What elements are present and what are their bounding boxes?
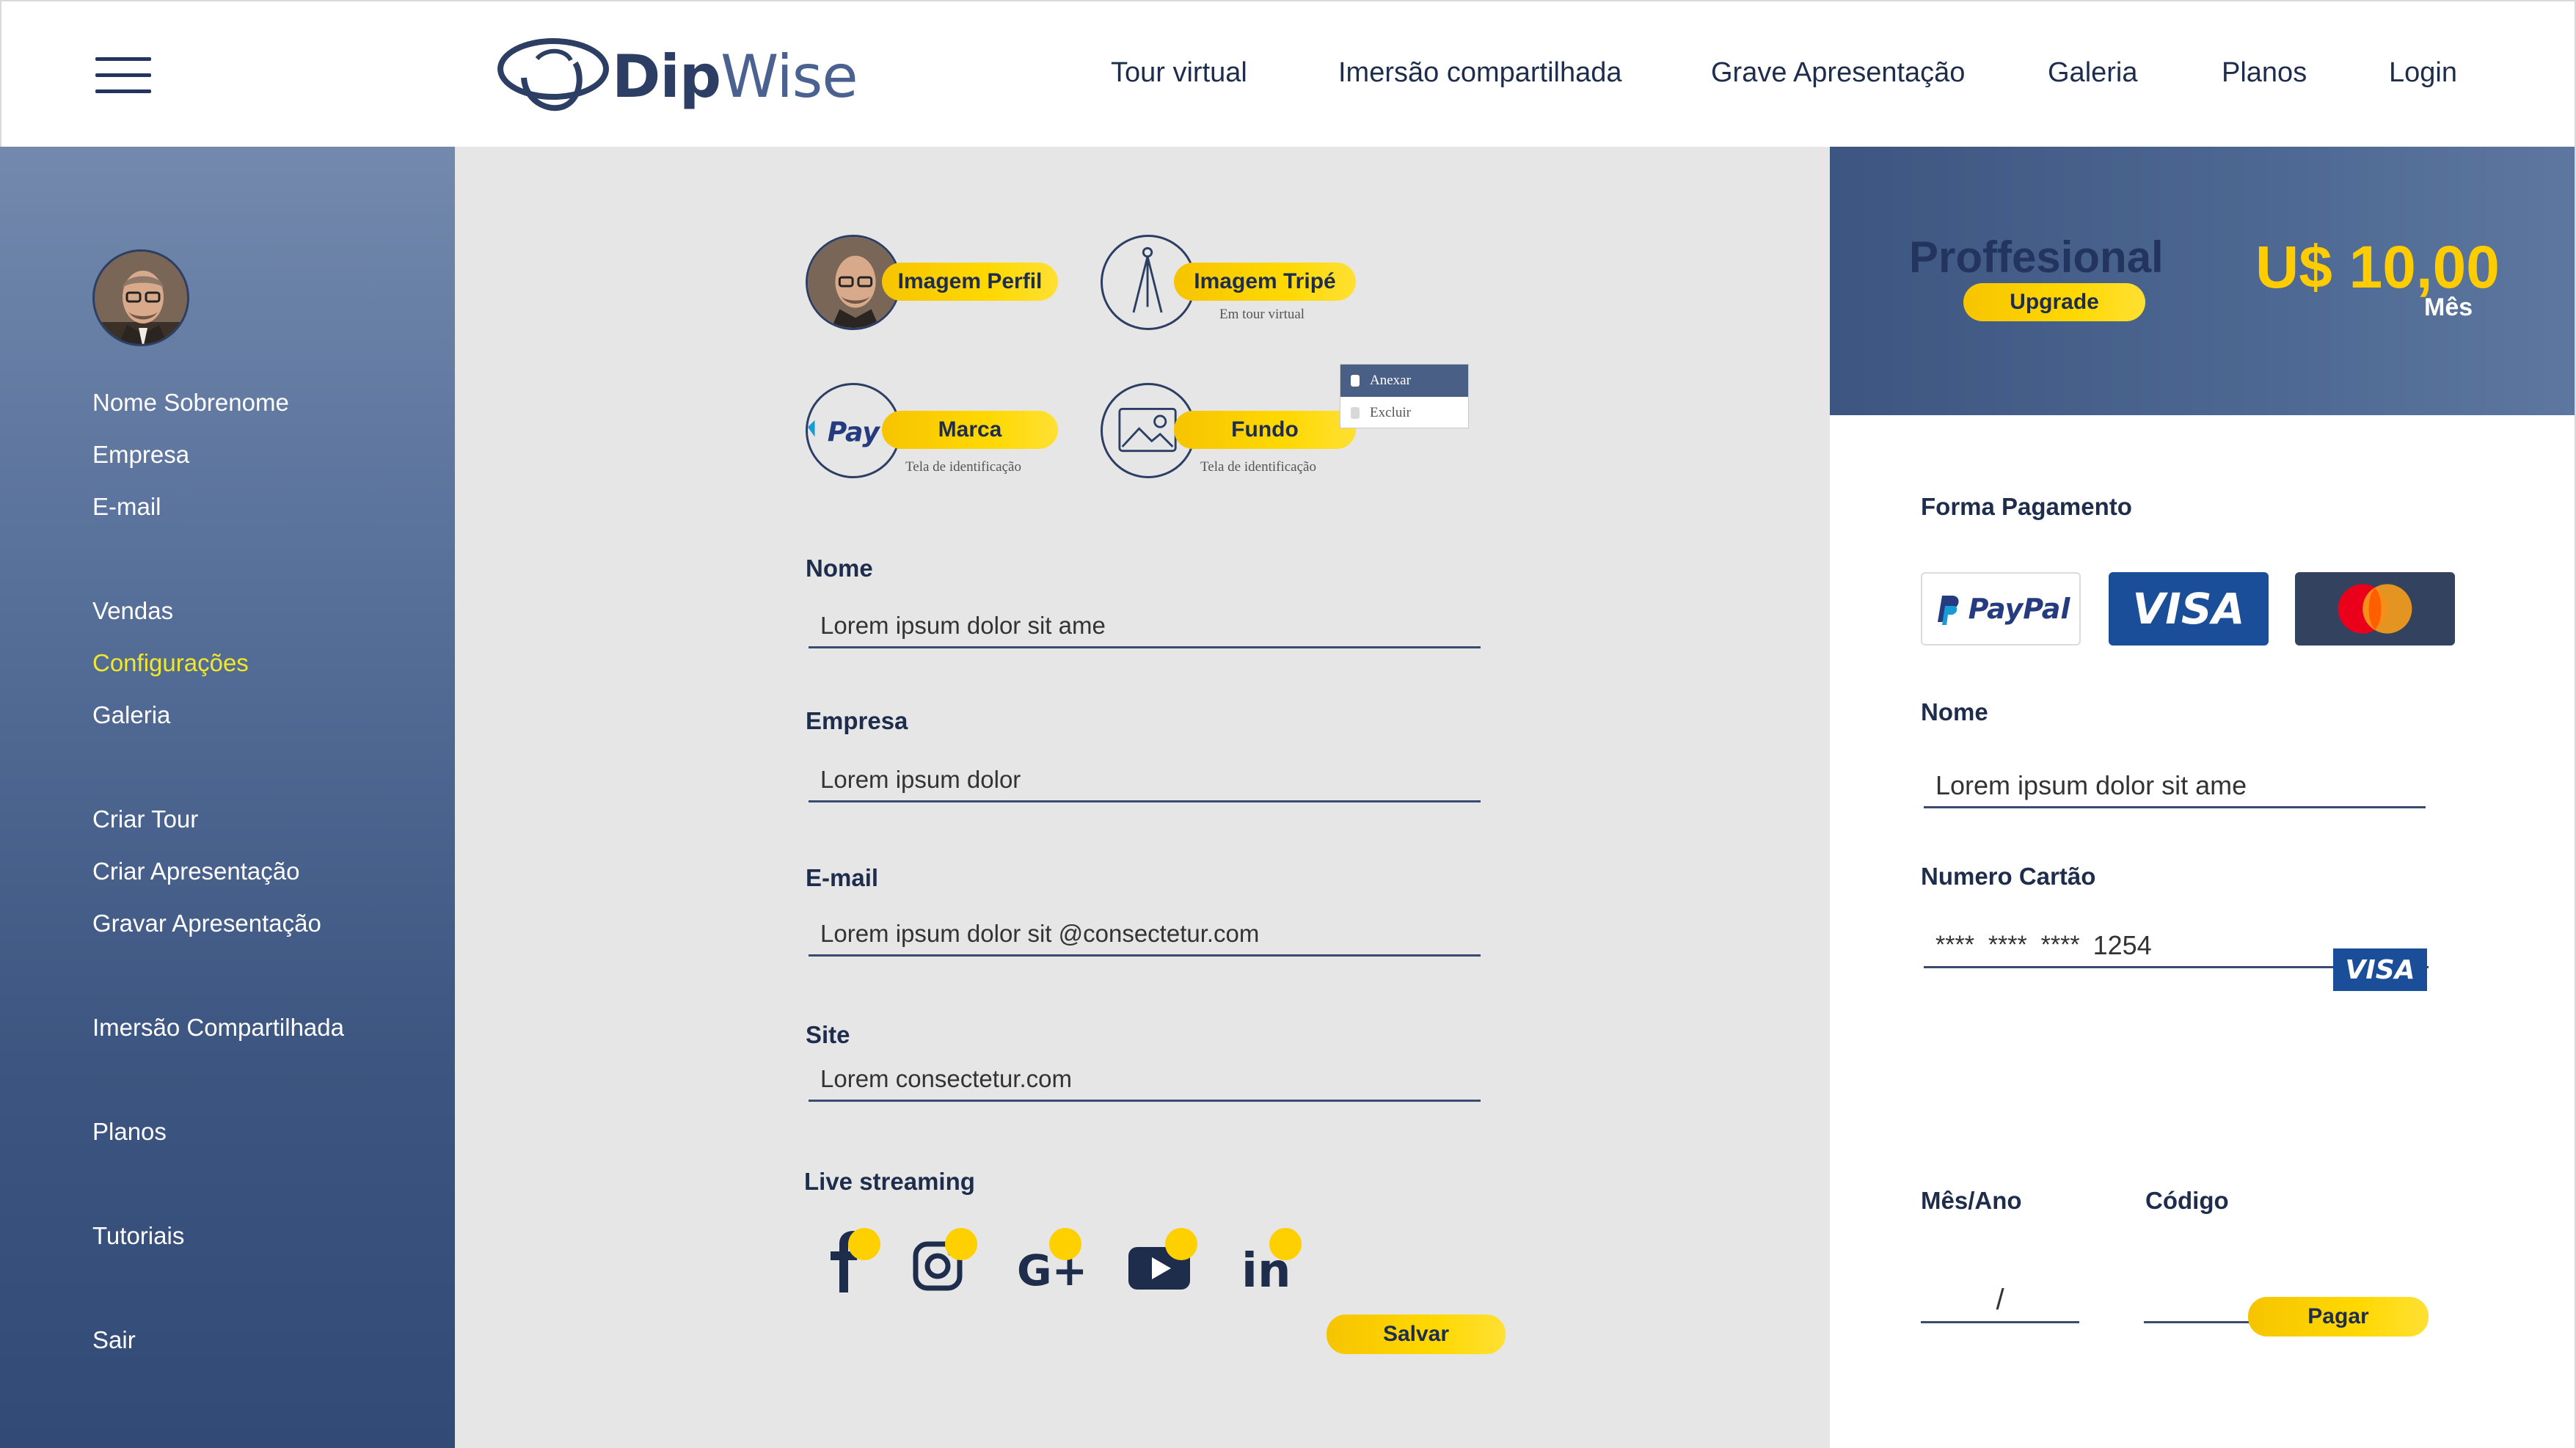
payment-nome-value: Lorem ipsum dolor sit ame [1935,769,2247,800]
menu-item-anexar[interactable]: Anexar [1340,365,1468,397]
nav-login[interactable]: Login [2389,57,2457,89]
site-label: Site [806,1021,850,1048]
empresa-label: Empresa [806,707,908,734]
tripod-caption: Em tour virtual [1219,307,1305,322]
nav-grave-apresentacao[interactable]: Grave Apresentação [1711,57,1965,89]
plan-period: Mês [2424,293,2473,321]
paypal-icon [1937,596,1959,625]
trash-icon [1351,407,1360,419]
nome-label: Nome [806,555,873,582]
plan-name: Proffesional [1909,233,2164,282]
plan-price: U$ 10,00 [2255,234,2500,301]
brand-logo-text: Pay [828,416,881,447]
upgrade-button[interactable]: Upgrade [1963,283,2145,321]
visa-label: VISA [2132,584,2245,634]
month-year-separator: / [1996,1284,2004,1316]
card-number-last: 1254 [2092,929,2152,960]
nav-tour-virtual[interactable]: Tour virtual [1111,57,1247,89]
email-input[interactable]: Lorem ipsum dolor sit @consectetur.com [809,913,1481,957]
attach-context-menu: Anexar Excluir [1340,364,1469,428]
sidebar-item-empresa[interactable]: Empresa [92,441,189,469]
brand-caption: Tela de identificação [905,459,1021,475]
live-streaming-label: Live streaming [804,1168,975,1195]
sidebar-item-gravar-apresentacao[interactable]: Gravar Apresentação [92,910,321,937]
sidebar-item-email[interactable]: E-mail [92,493,161,521]
payment-method-title: Forma Pagamento [1921,493,2132,520]
google-plus-icon[interactable]: G+ [1012,1222,1087,1295]
menu-icon[interactable] [95,57,151,94]
sidebar-item-criar-tour[interactable]: Criar Tour [92,805,198,833]
settings-panel: Imagem Perfil Imagem Tripé Em tour virtu… [455,147,1830,1448]
attach-icon [1351,375,1360,387]
logo[interactable]: DipWise [495,34,858,119]
site-input[interactable]: Lorem consectetur.com [809,1058,1481,1102]
background-button[interactable]: Fundo [1174,411,1356,449]
logo-icon [497,38,609,111]
paypal-label: PayPal [1968,593,2070,625]
save-button[interactable]: Salvar [1327,1314,1506,1354]
sidebar: Nome Sobrenome Empresa E-mail Vendas Con… [0,147,455,1448]
visa-card-badge: VISA [2333,948,2427,991]
mastercard-option[interactable] [2295,572,2455,646]
month-year-input[interactable]: / [1921,1279,2079,1323]
payment-nome-label: Nome [1921,698,1988,725]
linkedin-icon[interactable]: in [1236,1222,1309,1298]
youtube-icon[interactable] [1124,1222,1197,1295]
plan-box: Proffesional Upgrade U$ 10,00 Mês [1830,147,2575,415]
sidebar-item-configuracoes[interactable]: Configurações [92,649,249,677]
visa-option[interactable]: VISA [2109,572,2269,646]
nav-galeria[interactable]: Galeria [2048,57,2138,89]
settings-gear-icon[interactable] [848,1228,880,1260]
payment-panel: Proffesional Upgrade U$ 10,00 Mês Forma … [1830,147,2576,1448]
instagram-icon[interactable] [907,1222,980,1295]
nome-input-value: Lorem ipsum dolor sit ame [820,611,1106,639]
nav-planos[interactable]: Planos [2222,57,2307,89]
paypal-option[interactable]: PayPal [1921,572,2081,646]
settings-gear-icon[interactable] [1269,1228,1302,1260]
menu-item-excluir[interactable]: Excluir [1340,397,1468,429]
code-label: Código [2145,1187,2229,1214]
settings-gear-icon[interactable] [945,1228,977,1260]
mastercard-icon [2338,584,2412,634]
menu-item-excluir-label: Excluir [1370,405,1411,420]
sidebar-item-imersao-compartilhada[interactable]: Imersão Compartilhada [92,1014,344,1042]
email-input-value: Lorem ipsum dolor sit @consectetur.com [820,919,1260,947]
logo-text-wise: Wise [720,42,858,111]
payment-nome-input[interactable]: Lorem ipsum dolor sit ame [1924,764,2426,808]
top-header: DipWise Tour virtual Imersão compartilha… [0,0,2576,147]
site-input-value: Lorem consectetur.com [820,1064,1072,1092]
pay-button[interactable]: Pagar [2248,1297,2429,1337]
settings-gear-icon[interactable] [1165,1228,1197,1260]
sidebar-item-nome[interactable]: Nome Sobrenome [92,389,289,417]
sidebar-item-vendas[interactable]: Vendas [92,597,173,625]
month-year-label: Mês/Ano [1921,1187,2022,1214]
empresa-input[interactable]: Lorem ipsum dolor [809,758,1481,802]
profile-image-button[interactable]: Imagem Perfil [882,263,1058,301]
email-label: E-mail [806,864,879,891]
settings-gear-icon[interactable] [1049,1228,1081,1260]
background-caption: Tela de identificação [1200,459,1316,475]
nome-input[interactable]: Lorem ipsum dolor sit ame [809,604,1481,648]
sidebar-item-tutoriais[interactable]: Tutoriais [92,1222,184,1250]
sidebar-item-galeria[interactable]: Galeria [92,701,170,729]
card-number-masked: **** **** **** [1935,931,2080,959]
brand-button[interactable]: Marca [882,411,1058,449]
nav-imersao-compartilhada[interactable]: Imersão compartilhada [1338,57,1622,89]
menu-item-anexar-label: Anexar [1370,373,1411,388]
empresa-input-value: Lorem ipsum dolor [820,765,1021,793]
sidebar-item-sair[interactable]: Sair [92,1326,136,1354]
tripod-image-button[interactable]: Imagem Tripé [1174,263,1356,301]
card-number-label: Numero Cartão [1921,863,2096,890]
sidebar-item-criar-apresentacao[interactable]: Criar Apresentação [92,858,299,885]
sidebar-item-planos[interactable]: Planos [92,1118,167,1146]
avatar[interactable] [92,249,189,346]
facebook-icon[interactable] [814,1222,888,1295]
logo-text-dip: Dip [612,42,721,111]
